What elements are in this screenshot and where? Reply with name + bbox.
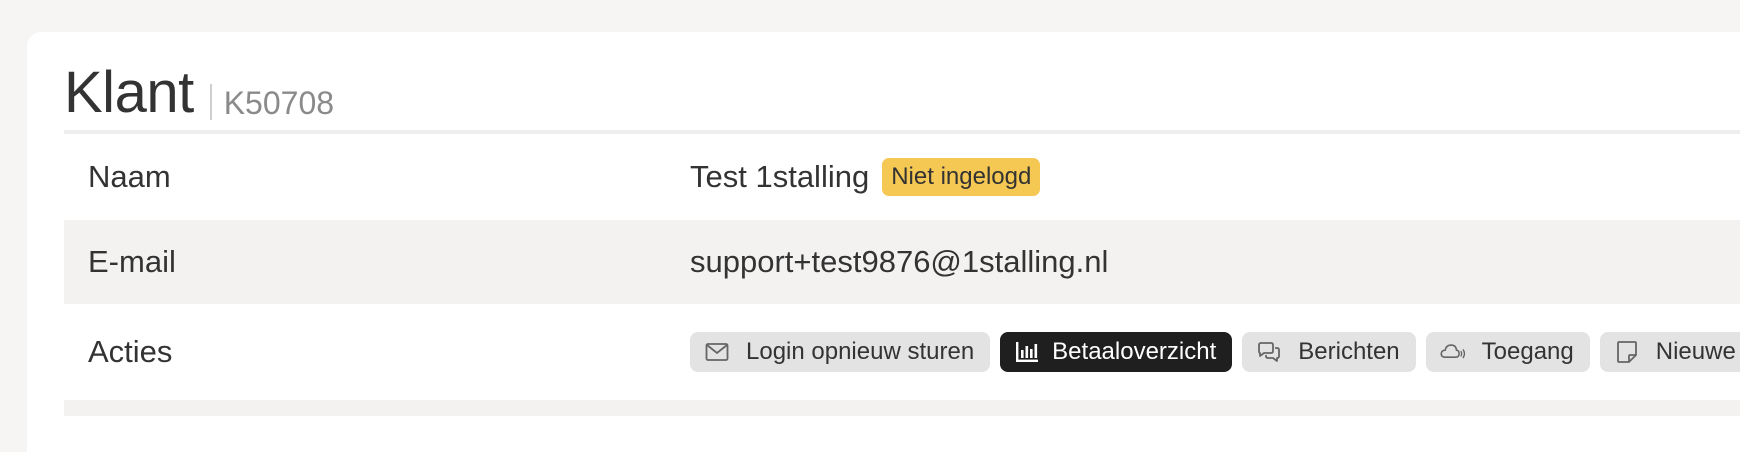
row-naam: Naam Test 1stalling Niet ingelogd [64, 134, 1740, 220]
page-header: Klant K50708 [64, 52, 334, 122]
chat-bubbles-icon [1256, 339, 1282, 365]
status-badge: Niet ingelogd [882, 158, 1041, 196]
login-resend-label: Login opnieuw sturen [746, 338, 975, 365]
cloud-signal-icon [1440, 339, 1466, 365]
customer-email: support+test9876@1stalling.nl [690, 244, 1109, 279]
new-note-button[interactable]: Nieuwe t [1599, 332, 1740, 372]
note-icon [1614, 339, 1640, 365]
row-label-acties: Acties [88, 334, 173, 369]
access-button[interactable]: Toegang [1425, 332, 1590, 372]
row-acties: Acties Login opnieuw sturen Betaaloverzi… [64, 304, 1740, 400]
envelope-icon [704, 339, 730, 365]
messages-label: Berichten [1298, 338, 1400, 365]
payment-overview-button[interactable]: Betaaloverzicht [1000, 332, 1233, 372]
customer-id: K50708 [223, 85, 335, 121]
new-note-label: Nieuwe t [1655, 338, 1740, 365]
login-resend-button[interactable]: Login opnieuw sturen [690, 332, 991, 372]
row-label-email: E-mail [88, 244, 176, 279]
access-label: Toegang [1481, 338, 1574, 365]
next-row-strip [64, 400, 1740, 416]
title-separator [209, 84, 212, 120]
row-label-naam: Naam [88, 159, 171, 194]
row-value-email: support+test9876@1stalling.nl [690, 244, 1108, 280]
messages-button[interactable]: Berichten [1242, 332, 1416, 372]
actions-toolbar: Login opnieuw sturen Betaaloverzicht Ber… [690, 332, 1740, 372]
page-title: Klant [64, 60, 194, 125]
row-value-naam: Test 1stalling Niet ingelogd [690, 158, 1041, 196]
row-email: E-mail support+test9876@1stalling.nl [64, 220, 1740, 304]
payment-overview-label: Betaaloverzicht [1052, 338, 1217, 365]
bar-chart-icon [1014, 339, 1040, 365]
customer-name: Test 1stalling [690, 159, 870, 194]
